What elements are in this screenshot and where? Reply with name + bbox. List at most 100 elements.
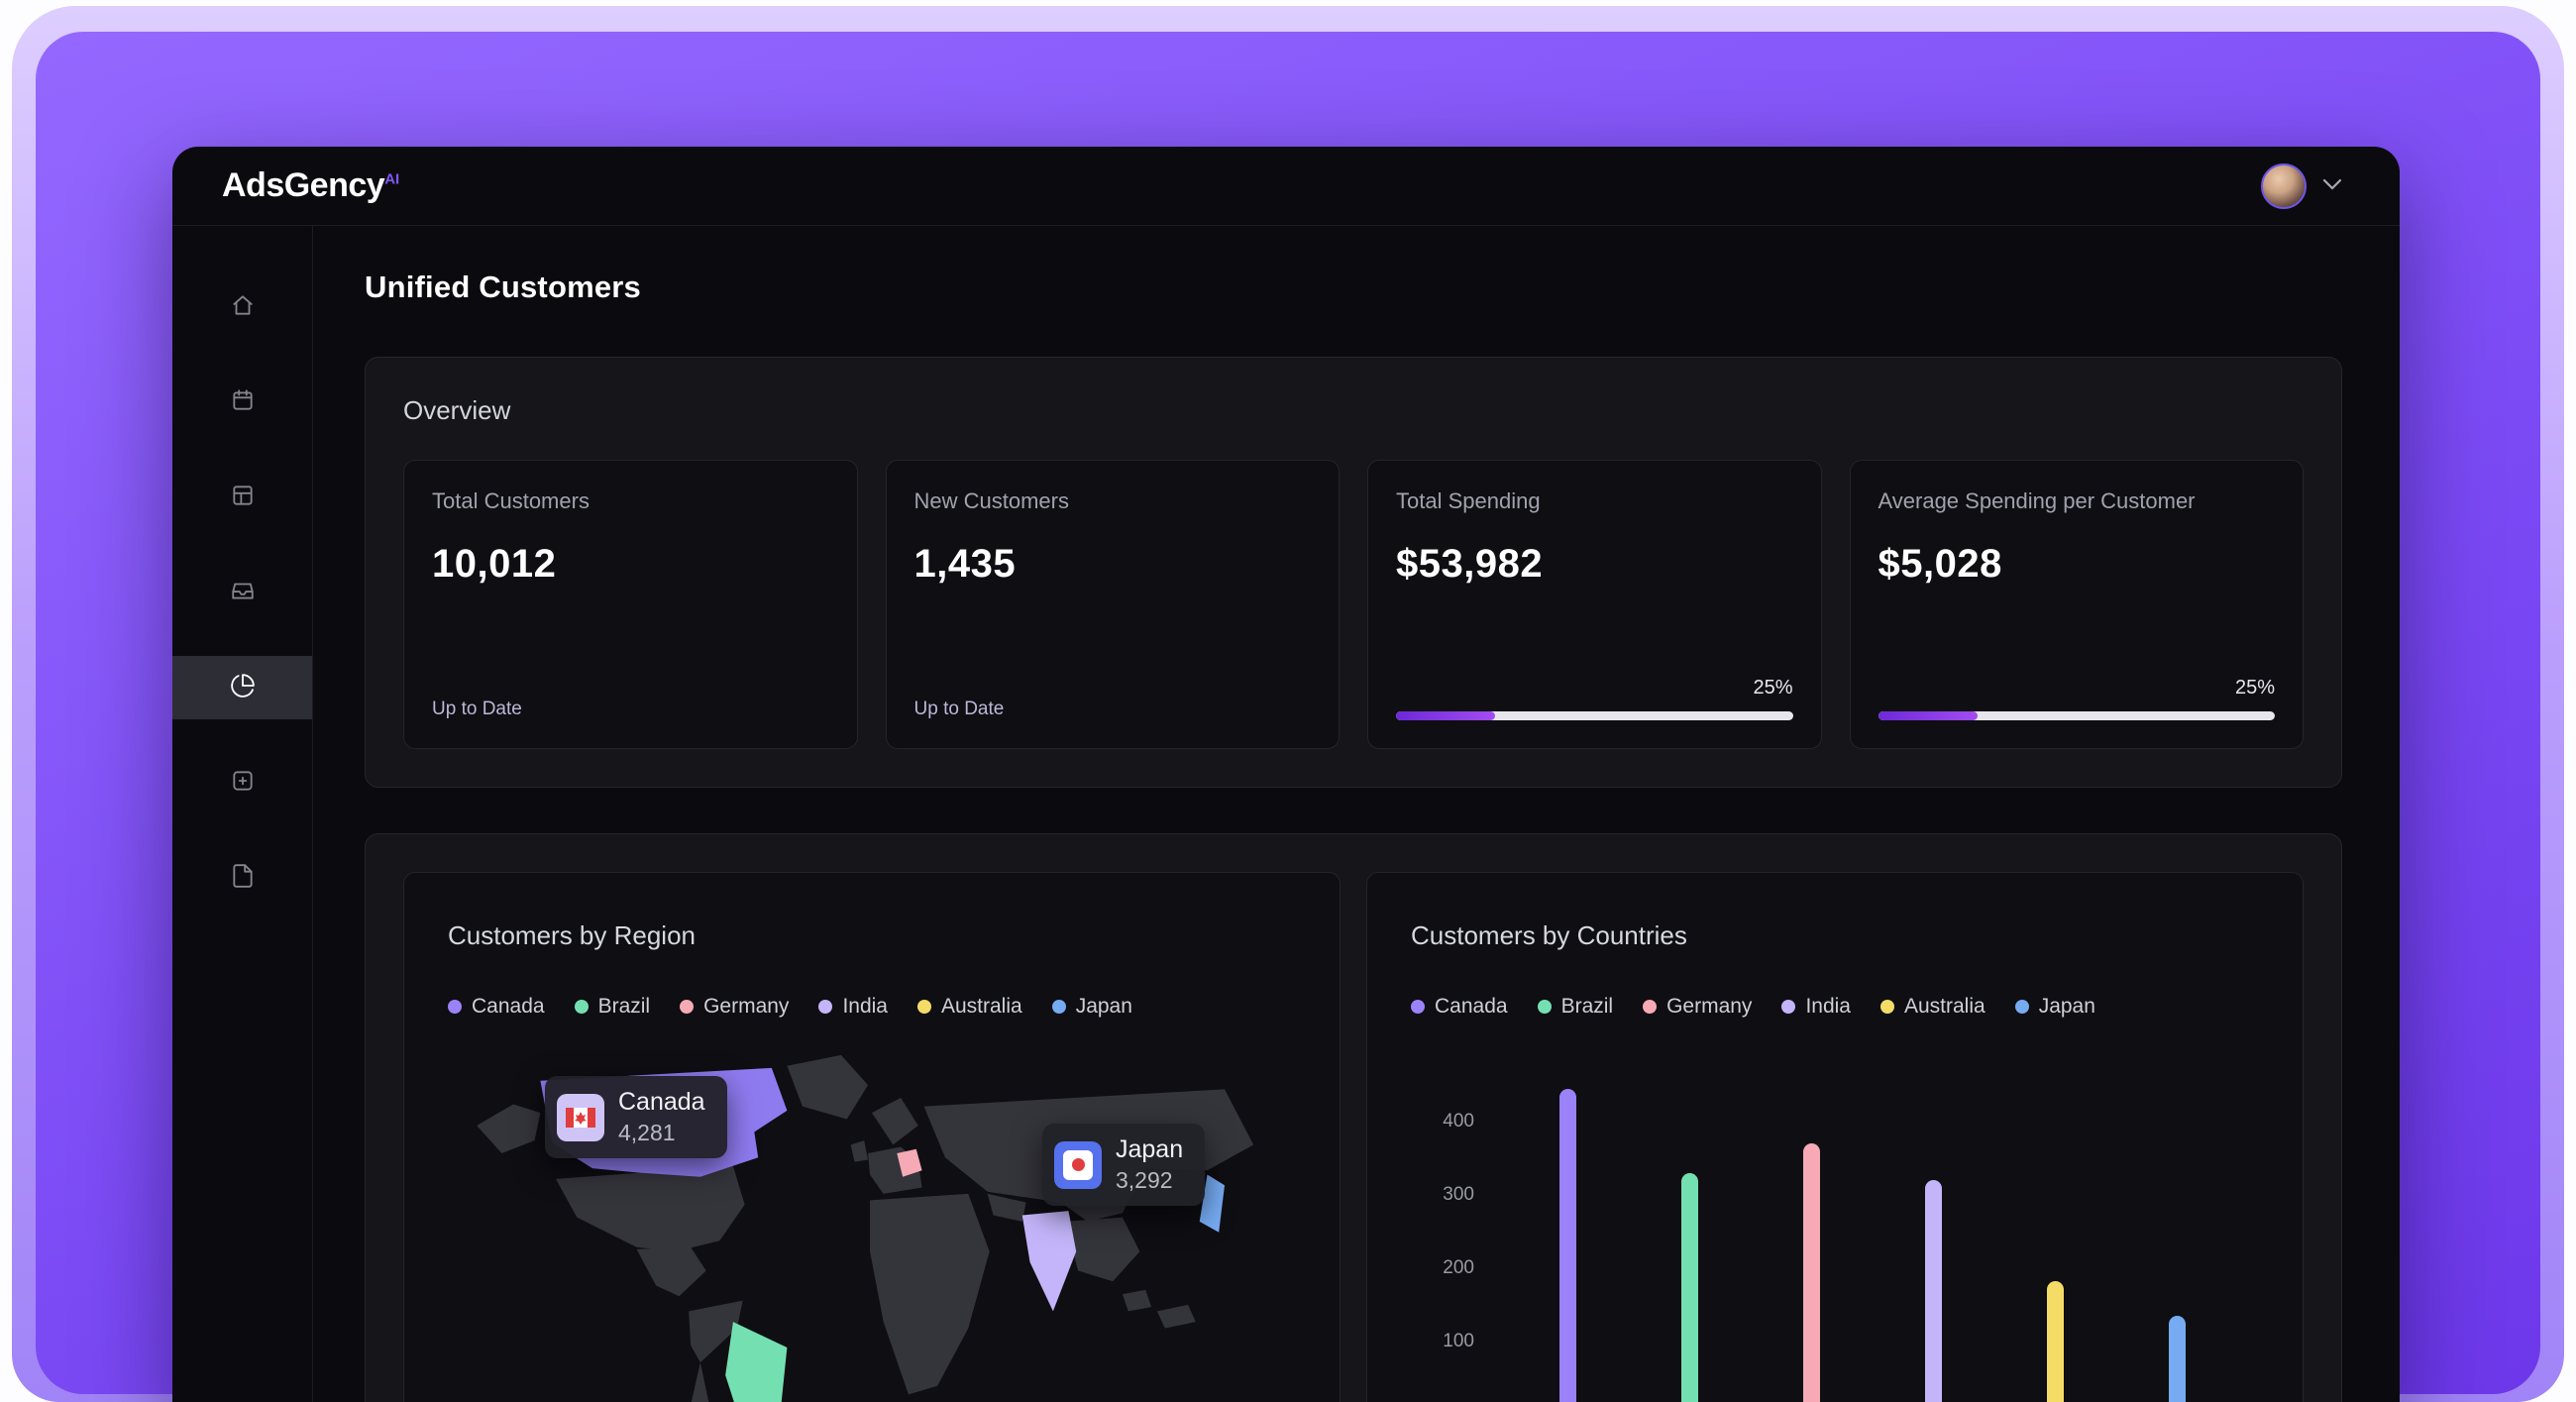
sidebar-item-analytics[interactable] — [172, 656, 312, 719]
app-logo: AdsGencyAI — [222, 166, 399, 205]
inbox-icon — [230, 578, 256, 608]
legend-dot-icon — [680, 1000, 694, 1014]
legend-label: Australia — [941, 995, 1022, 1019]
legend-label: Canada — [1435, 995, 1508, 1019]
legend-dot-icon — [1643, 1000, 1657, 1014]
countries-bar-chart: 400300200100 — [1411, 1058, 2259, 1402]
tooltip-country: Canada — [618, 1088, 705, 1117]
region-card-title: Customers by Region — [448, 920, 1296, 951]
progress-bar-track — [1878, 711, 2276, 720]
legend-item-brazil: Brazil — [575, 995, 651, 1019]
layout-icon — [230, 483, 256, 513]
legend-dot-icon — [818, 1000, 832, 1014]
stat-progress: 25% — [1396, 677, 1793, 720]
legend-label: Germany — [1666, 995, 1752, 1019]
folder-plus-icon — [230, 768, 256, 799]
countries-legend: Canada Brazil Germany India Australia Japan — [1411, 995, 2259, 1019]
legend-dot-icon — [1880, 1000, 1894, 1014]
legend-label: Brazil — [598, 995, 651, 1019]
sidebar-item-documents[interactable] — [172, 846, 312, 910]
countries-card-title: Customers by Countries — [1411, 920, 2259, 951]
tooltip-text: Japan 3,292 — [1116, 1135, 1183, 1194]
legend-dot-icon — [1052, 1000, 1066, 1014]
legend-dot-icon — [448, 1000, 462, 1014]
sidebar-item-add-project[interactable] — [172, 751, 312, 814]
legend-label: Australia — [1904, 995, 1986, 1019]
legend-label: Brazil — [1561, 995, 1614, 1019]
app-body: Unified Customers Overview Total Custome… — [172, 226, 2400, 1402]
calendar-icon — [230, 387, 256, 418]
tooltip-value: 4,281 — [618, 1120, 705, 1146]
stat-value: $53,982 — [1396, 542, 1793, 587]
bar-germany[interactable] — [1803, 1143, 1820, 1402]
legend-item-canada: Canada — [1411, 995, 1508, 1019]
user-avatar[interactable] — [2261, 163, 2307, 209]
y-axis-tick: 200 — [1411, 1257, 1474, 1279]
legend-item-brazil: Brazil — [1538, 995, 1614, 1019]
pie-chart-icon — [230, 673, 256, 703]
sidebar-item-inbox[interactable] — [172, 561, 312, 624]
stat-footer: Up to Date — [914, 699, 1312, 720]
main-content: Unified Customers Overview Total Custome… — [313, 226, 2400, 1402]
tooltip-text: Canada 4,281 — [618, 1088, 705, 1146]
stat-card: Total Customers10,012Up to Date — [403, 460, 858, 749]
stat-label: New Customers — [914, 488, 1312, 514]
legend-item-canada: Canada — [448, 995, 545, 1019]
legend-label: Germany — [703, 995, 789, 1019]
stat-label: Average Spending per Customer — [1878, 488, 2276, 514]
sidebar-item-layout[interactable] — [172, 466, 312, 529]
legend-dot-icon — [917, 1000, 931, 1014]
stat-label: Total Spending — [1396, 488, 1793, 514]
y-axis-tick: 400 — [1411, 1111, 1474, 1132]
stat-footer: Up to Date — [432, 699, 829, 720]
sidebar-item-home[interactable] — [172, 275, 312, 339]
legend-item-germany: Germany — [1643, 995, 1752, 1019]
y-axis-tick: 100 — [1411, 1331, 1474, 1352]
legend-dot-icon — [2015, 1000, 2029, 1014]
legend-label: Japan — [2039, 995, 2095, 1019]
customers-panel: Customers by Region Canada Brazil Germany I… — [365, 833, 2342, 1402]
legend-item-india: India — [818, 995, 888, 1019]
bar-japan[interactable] — [2169, 1316, 2186, 1402]
bar-canada[interactable] — [1559, 1089, 1576, 1402]
legend-dot-icon — [1411, 1000, 1425, 1014]
legend-item-australia: Australia — [917, 995, 1022, 1019]
customers-by-countries-card: Customers by Countries Canada Brazil Germa… — [1366, 872, 2304, 1402]
app-window: AdsGencyAI — [172, 147, 2400, 1402]
bar-australia[interactable] — [2047, 1281, 2064, 1402]
bar-brazil[interactable] — [1681, 1173, 1698, 1402]
legend-item-japan: Japan — [2015, 995, 2095, 1019]
sidebar — [172, 226, 313, 1402]
sidebar-item-calendar[interactable] — [172, 371, 312, 434]
tooltip-country: Japan — [1116, 1135, 1183, 1164]
user-menu[interactable] — [2261, 163, 2342, 209]
legend-label: Canada — [472, 995, 545, 1019]
stats-row: Total Customers10,012Up to DateNew Custo… — [403, 460, 2304, 749]
progress-bar-track — [1396, 711, 1793, 720]
stat-card: New Customers 1,435 Up to Date — [886, 460, 1341, 749]
legend-item-india: India — [1781, 995, 1851, 1019]
overview-panel-title: Overview — [403, 395, 2304, 426]
world-map: Canada 4,281 Japan 3,292 — [448, 1042, 1296, 1402]
canada-flag-icon — [557, 1094, 604, 1141]
stat-label: Total Customers — [432, 488, 829, 514]
legend-label: Japan — [1076, 995, 1132, 1019]
legend-dot-icon — [1781, 1000, 1795, 1014]
bar-india[interactable] — [1925, 1180, 1942, 1402]
stat-card: Average Spending per Customer$5,02825% — [1850, 460, 2305, 749]
stat-value: $5,028 — [1878, 542, 2276, 587]
file-icon — [230, 863, 256, 894]
top-bar: AdsGencyAI — [172, 147, 2400, 226]
legend-item-japan: Japan — [1052, 995, 1132, 1019]
progress-bar-fill — [1878, 711, 1978, 720]
overview-panel: Overview Total Customers10,012Up to Date… — [365, 357, 2342, 788]
tooltip-value: 3,292 — [1116, 1167, 1183, 1194]
legend-dot-icon — [1538, 1000, 1552, 1014]
customers-by-region-card: Customers by Region Canada Brazil Germany I… — [403, 872, 1341, 1402]
app-logo-ai-suffix: AI — [384, 171, 399, 188]
page-title: Unified Customers — [365, 270, 2342, 305]
chevron-down-icon[interactable] — [2322, 177, 2342, 195]
legend-item-australia: Australia — [1880, 995, 1986, 1019]
stat-value: 1,435 — [914, 542, 1312, 587]
japan-flag-icon — [1054, 1141, 1102, 1189]
